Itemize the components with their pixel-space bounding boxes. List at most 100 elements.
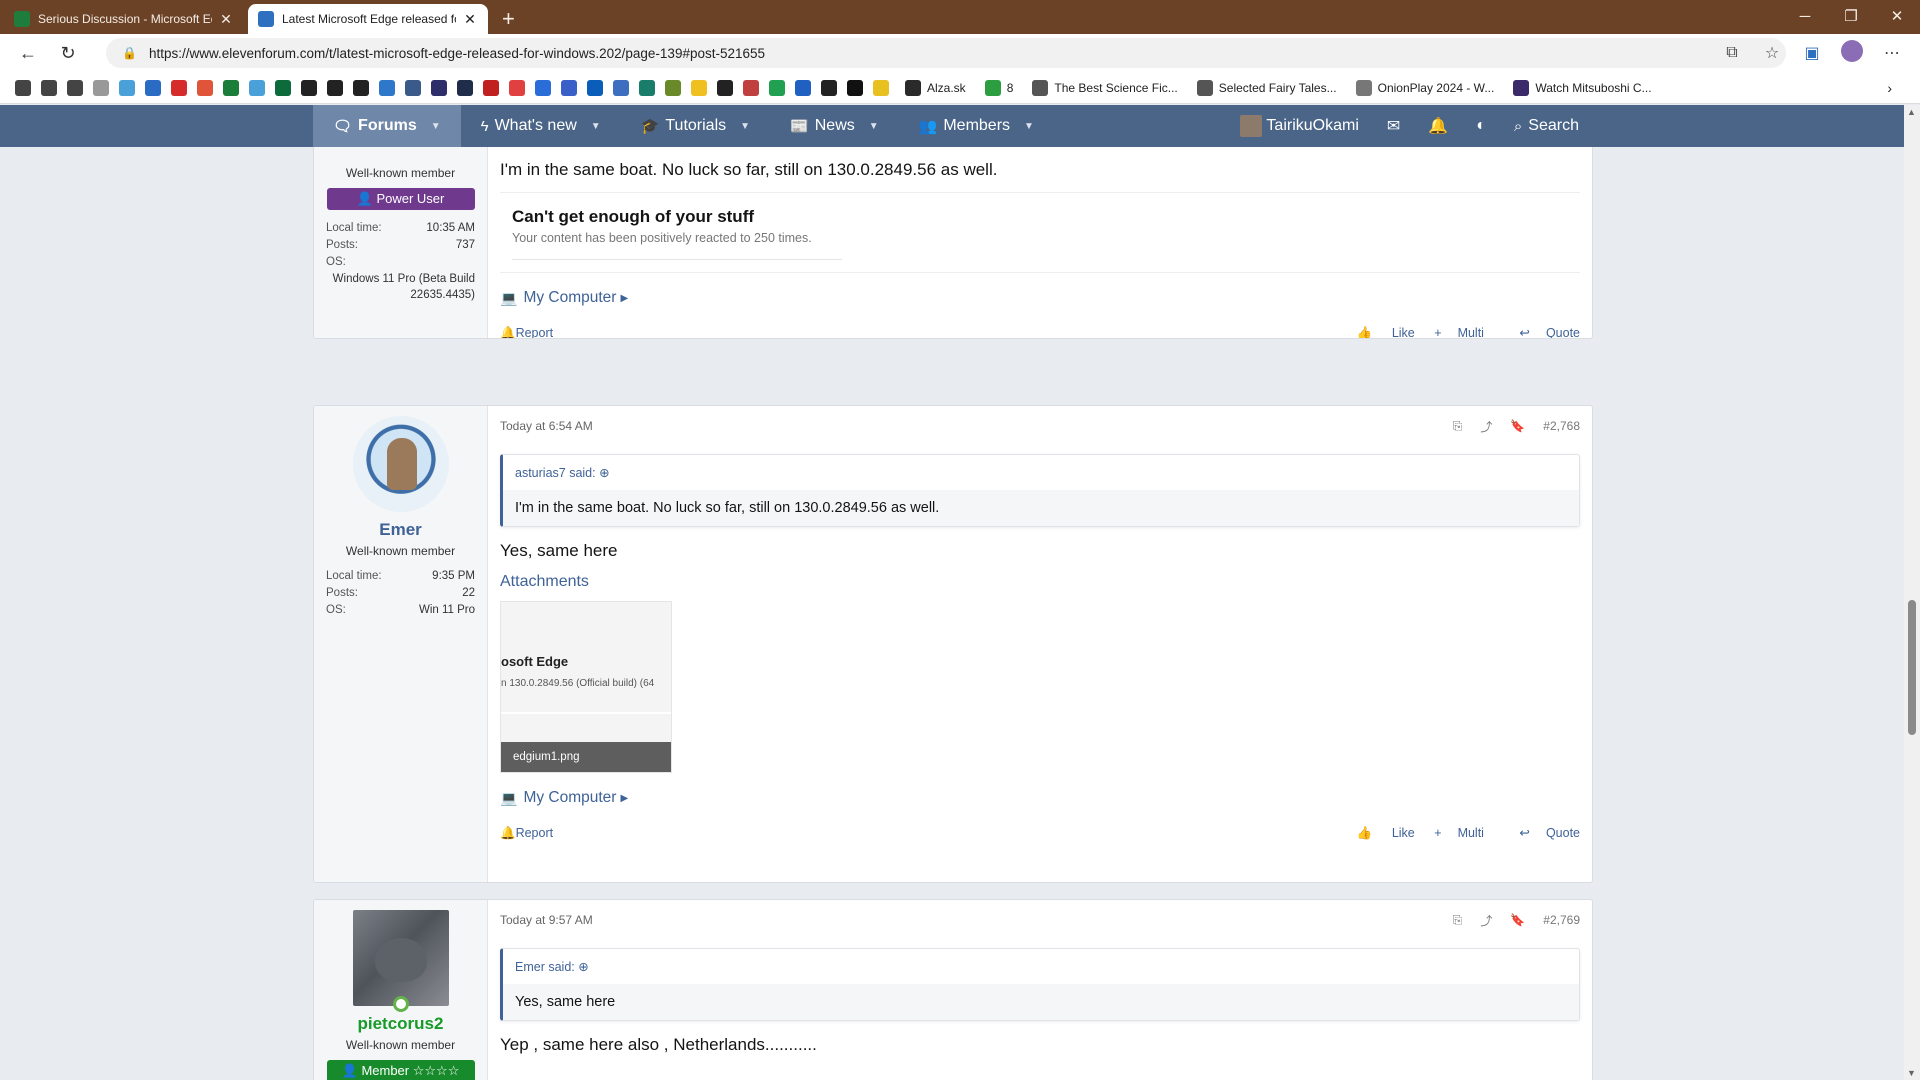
favorite-link[interactable]: The Best Science Fic...: [1027, 79, 1178, 96]
nav-forums[interactable]: 🗨 Forums ▼: [313, 105, 461, 147]
arrow-up-circle-icon[interactable]: ⊕: [599, 466, 609, 480]
favorite-site-icon[interactable]: [743, 79, 759, 96]
quote-button[interactable]: ↩ Quote: [1503, 326, 1580, 338]
chevron-down-icon[interactable]: ▼: [869, 121, 879, 132]
favorite-site-icon[interactable]: [795, 79, 811, 96]
restore-icon[interactable]: ❐: [1828, 0, 1874, 34]
favorite-site-icon[interactable]: [223, 79, 239, 96]
favorite-site-icon[interactable]: [275, 79, 291, 96]
like-button[interactable]: 👍 Like: [1341, 326, 1415, 338]
lock-icon[interactable]: 🔒: [122, 46, 137, 60]
favorite-site-icon[interactable]: [249, 79, 265, 96]
more-menu-icon[interactable]: ⋯: [1872, 43, 1912, 63]
favorite-site-icon[interactable]: [41, 79, 57, 96]
favorite-site-icon[interactable]: [197, 79, 213, 96]
chevron-down-icon[interactable]: ▼: [1024, 121, 1034, 132]
favorite-link[interactable]: OnionPlay 2024 - W...: [1351, 79, 1494, 96]
favorite-site-icon[interactable]: [353, 79, 369, 96]
nav-whats-new[interactable]: ϟ What's new ▼: [461, 105, 621, 147]
favorite-site-icon[interactable]: [847, 79, 863, 96]
bookmark-icon[interactable]: 🔖: [1510, 913, 1525, 927]
url-field[interactable]: 🔒 https://www.elevenforum.com/t/latest-m…: [106, 38, 1786, 68]
favorite-star-icon[interactable]: ☆: [1752, 43, 1792, 63]
quote-author[interactable]: asturias7 said: ⊕: [503, 455, 1579, 490]
like-button[interactable]: 👍 Like: [1341, 826, 1415, 840]
quote-author[interactable]: Emer said: ⊕: [503, 949, 1579, 984]
favorite-site-icon[interactable]: [145, 79, 161, 96]
favorite-site-icon[interactable]: [691, 79, 707, 96]
share-icon[interactable]: ⤴: [1480, 418, 1492, 435]
favorite-site-icon[interactable]: [379, 79, 395, 96]
share-icon[interactable]: ⤴: [1480, 912, 1492, 929]
close-tab-icon[interactable]: ✕: [462, 11, 478, 28]
favorite-site-icon[interactable]: [171, 79, 187, 96]
user-menu[interactable]: TairikuOkami: [1226, 105, 1372, 147]
favorite-site-icon[interactable]: [327, 79, 343, 96]
inbox-icon[interactable]: ✉: [1373, 105, 1414, 147]
favorite-site-icon[interactable]: [457, 79, 473, 96]
quote-button[interactable]: ↩ Quote: [1503, 826, 1580, 840]
minimize-icon[interactable]: ─: [1782, 0, 1828, 34]
favorite-link[interactable]: Watch Mitsuboshi C...: [1508, 79, 1652, 96]
username-link[interactable]: pietcorus2: [326, 1014, 475, 1034]
posts-count[interactable]: 22: [462, 585, 475, 602]
favorite-site-icon[interactable]: [717, 79, 733, 96]
search-button[interactable]: ⌕ Search: [1500, 105, 1593, 147]
post-number[interactable]: #2,769: [1543, 913, 1580, 927]
scroll-thumb[interactable]: [1908, 600, 1916, 735]
user-avatar[interactable]: [352, 910, 449, 1012]
user-avatar[interactable]: [352, 416, 449, 512]
bookmark-icon[interactable]: 🔖: [1510, 419, 1525, 433]
collections-icon[interactable]: ▣: [1792, 43, 1832, 63]
favorite-site-icon[interactable]: [561, 79, 577, 96]
profile-avatar[interactable]: [1832, 39, 1872, 67]
my-computer-toggle[interactable]: 💻 My Computer ▶: [500, 789, 1580, 807]
favorites-overflow-icon[interactable]: ›: [1887, 80, 1892, 96]
favorite-link[interactable]: 8: [980, 79, 1013, 96]
favorite-site-icon[interactable]: [509, 79, 525, 96]
my-computer-toggle[interactable]: 💻 My Computer ▶: [500, 289, 1580, 307]
attachment-thumbnail[interactable]: osoft Edge n 130.0.2849.56 (Official bui…: [500, 601, 672, 773]
translate-icon[interactable]: ⎘: [1453, 419, 1463, 434]
favorite-site-icon[interactable]: [15, 79, 31, 96]
favorite-site-icon[interactable]: [483, 79, 499, 96]
scroll-down-icon[interactable]: ▼: [1907, 1068, 1916, 1078]
favorite-link[interactable]: Selected Fairy Tales...: [1192, 79, 1337, 96]
report-link[interactable]: 🔔Report: [500, 826, 553, 841]
bell-icon[interactable]: 🔔: [1414, 105, 1462, 147]
favorite-site-icon[interactable]: [639, 79, 655, 96]
refresh-icon[interactable]: ↻: [48, 43, 88, 64]
back-icon[interactable]: ←: [8, 43, 48, 64]
nav-news[interactable]: 📰 News ▼: [770, 105, 899, 147]
arrow-up-circle-icon[interactable]: ⊕: [578, 960, 588, 974]
favorite-site-icon[interactable]: [769, 79, 785, 96]
favorite-site-icon[interactable]: [587, 79, 603, 96]
multi-quote-button[interactable]: + Multi: [1434, 326, 1484, 338]
close-tab-icon[interactable]: ✕: [218, 11, 234, 28]
favorite-site-icon[interactable]: [405, 79, 421, 96]
theme-toggle-icon[interactable]: ◐: [1462, 105, 1500, 147]
close-window-icon[interactable]: ✕: [1874, 0, 1920, 34]
favorite-site-icon[interactable]: [431, 79, 447, 96]
posts-count[interactable]: 737: [456, 237, 475, 254]
multi-quote-button[interactable]: + Multi: [1434, 826, 1484, 840]
favorite-site-icon[interactable]: [119, 79, 135, 96]
favorite-site-icon[interactable]: [665, 79, 681, 96]
favorite-link[interactable]: Alza.sk: [900, 79, 966, 96]
favorite-site-icon[interactable]: [301, 79, 317, 96]
chevron-down-icon[interactable]: ▼: [740, 121, 750, 132]
split-screen-icon[interactable]: ⧉: [1712, 44, 1752, 62]
scroll-up-icon[interactable]: ▲: [1907, 107, 1916, 117]
post-date[interactable]: Today at 6:54 AM: [500, 419, 593, 433]
post-number[interactable]: #2,768: [1543, 419, 1580, 433]
favorite-site-icon[interactable]: [67, 79, 83, 96]
tab-latest-edge[interactable]: Latest Microsoft Edge released fo ✕: [248, 4, 488, 34]
tab-serious-discussion[interactable]: Serious Discussion - Microsoft Ed ✕: [4, 4, 244, 34]
chevron-down-icon[interactable]: ▼: [591, 121, 601, 132]
report-link[interactable]: 🔔Report: [500, 326, 553, 339]
nav-tutorials[interactable]: 🎓 Tutorials ▼: [621, 105, 770, 147]
chevron-down-icon[interactable]: ▼: [431, 121, 441, 132]
favorite-site-icon[interactable]: [93, 79, 109, 96]
page-scrollbar[interactable]: ▲ ▼: [1904, 105, 1920, 1080]
favorite-site-icon[interactable]: [873, 79, 889, 96]
